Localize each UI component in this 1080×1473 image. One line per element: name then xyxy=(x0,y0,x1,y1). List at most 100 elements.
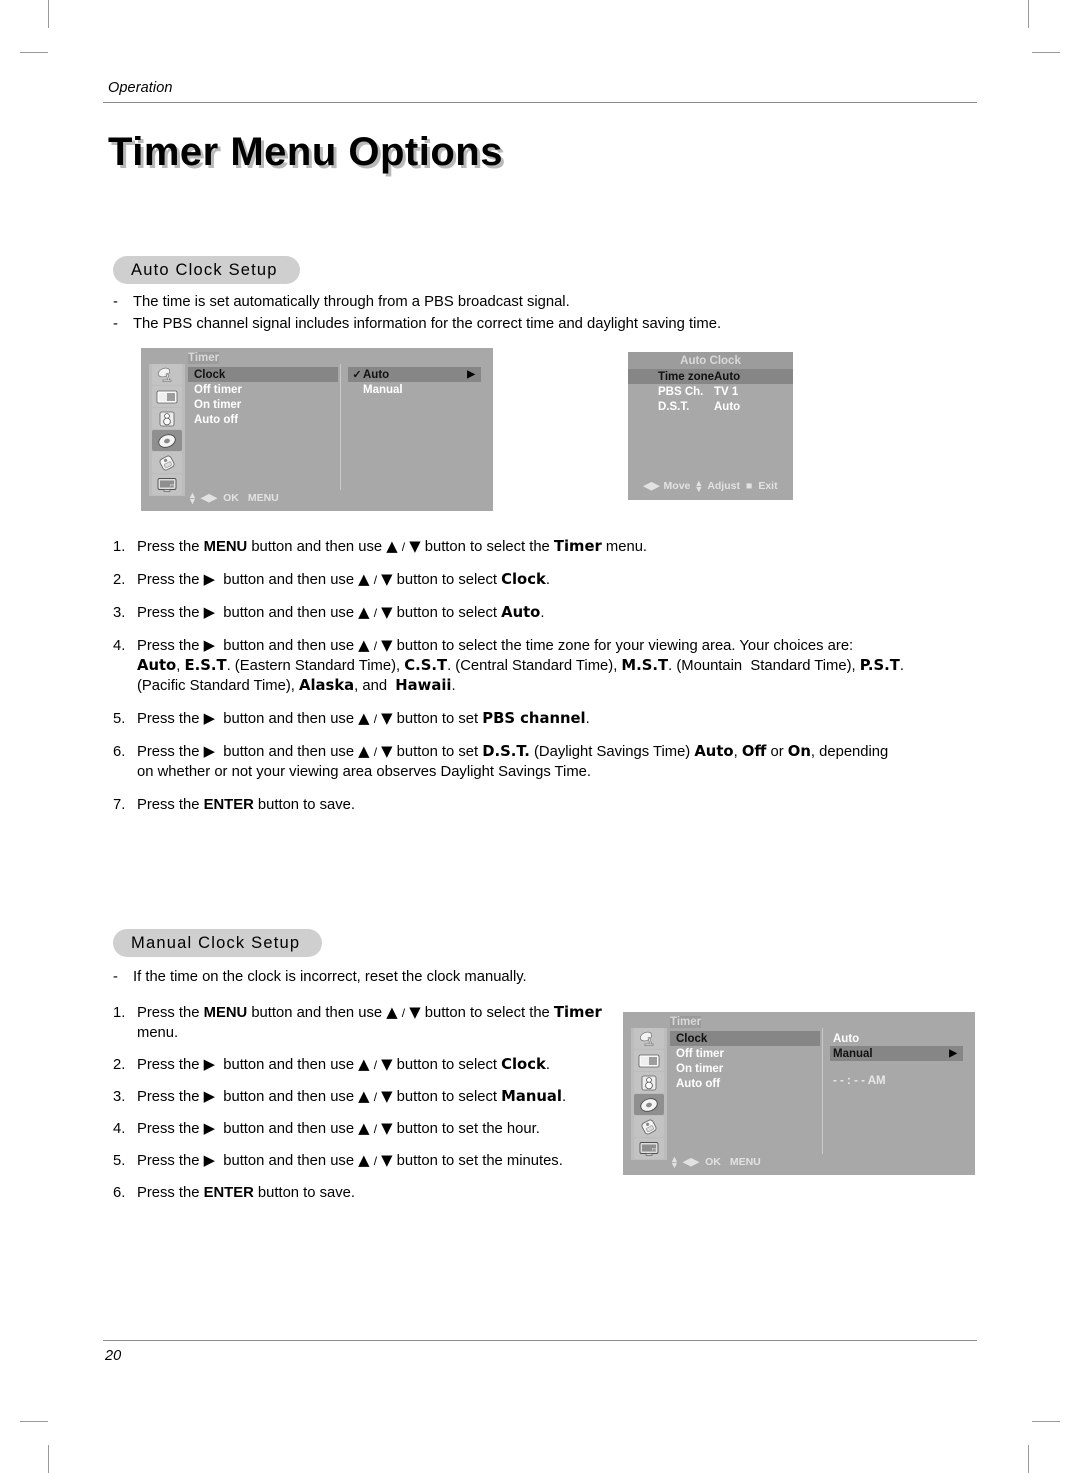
sound-icon[interactable] xyxy=(634,1072,664,1093)
auto-clock-rows: Time zone Auto PBS Ch. TV 1 D.S.T. Auto xyxy=(628,369,793,414)
step-number: 2. xyxy=(113,572,126,588)
crop-mark-top-right-horizontal xyxy=(1032,52,1060,53)
crop-mark-bottom-right-vertical xyxy=(1028,1445,1029,1473)
auto-clock-row[interactable]: Time zone Auto xyxy=(628,369,793,384)
manual-page: Operation Timer Menu Options Auto Clock … xyxy=(103,0,977,1473)
osd-title-auto-clock: Auto Clock xyxy=(680,355,741,367)
left-right-arrow-icon: ◀▶ xyxy=(682,1156,700,1168)
step-number: 6. xyxy=(113,1185,126,1201)
crop-mark-bottom-left-horizontal xyxy=(20,1421,48,1422)
osd-screenshot-timer-manual: Timer PC Clock Off timer On timer Auto off … xyxy=(623,1012,975,1175)
stop-square-icon: ■ xyxy=(745,480,753,492)
step-number: 4. xyxy=(113,1121,126,1137)
checkmark-icon: ✓ xyxy=(352,369,362,381)
special-icon[interactable] xyxy=(152,452,182,473)
osd-option-item[interactable]: Manual xyxy=(348,382,481,397)
picture-icon[interactable] xyxy=(152,386,182,407)
osd-footer-hints: ▲ ▼ ◀▶ OK MENU xyxy=(188,490,279,506)
up-down-arrow-icon: ▲ ▼ xyxy=(670,1154,679,1170)
crop-mark-bottom-left-vertical xyxy=(48,1445,49,1473)
page-number: 20 xyxy=(105,1348,122,1364)
antenna-icon[interactable] xyxy=(152,364,182,385)
auto-clock-row[interactable]: D.S.T. Auto xyxy=(628,399,793,414)
instruction-step: 5. Press the ▶ button and then use ▲ / ▼ … xyxy=(111,1151,631,1171)
crop-mark-bottom-right-horizontal xyxy=(1032,1421,1060,1422)
auto-clock-bullet-list: - The time is set automatically through f… xyxy=(111,291,721,335)
osd-menu-items: Clock Off timer On timer Auto off xyxy=(670,1031,820,1091)
svg-text:PC: PC xyxy=(170,482,176,487)
picture-icon[interactable] xyxy=(634,1050,664,1071)
pc-icon[interactable]: PC xyxy=(152,474,182,495)
footer-rule xyxy=(103,1340,977,1341)
instruction-step: 4. Press the ▶ button and then use ▲ / ▼ … xyxy=(111,636,977,696)
step-number: 5. xyxy=(113,1153,126,1169)
dash-bullet-icon: - xyxy=(113,294,118,310)
timer-icon[interactable] xyxy=(152,430,182,451)
osd-column-divider xyxy=(340,364,341,490)
step-text: Press the ▶ button and then use ▲ / ▼ bu… xyxy=(137,571,550,588)
footer-move-label: Move xyxy=(663,480,691,492)
section-heading-manual-clock-setup: Manual Clock Setup xyxy=(113,929,323,957)
special-icon[interactable] xyxy=(634,1116,664,1137)
step-text: Press the ▶ button and then use ▲ / ▼ bu… xyxy=(137,1088,567,1105)
auto-clock-row-key: D.S.T. xyxy=(658,400,690,413)
step-text: Press the ENTER button to save. xyxy=(137,1185,355,1201)
osd-option-label: Manual xyxy=(363,383,403,396)
antenna-icon[interactable] xyxy=(634,1028,664,1049)
dash-bullet-icon: - xyxy=(113,316,118,332)
auto-clock-row-value: TV 1 xyxy=(714,385,739,398)
osd-menu-item[interactable]: Clock xyxy=(188,367,338,382)
step-number: 3. xyxy=(113,1089,126,1105)
instruction-step: 1. Press the MENU button and then use ▲ /… xyxy=(111,1003,631,1043)
step-text: Press the MENU button and then use ▲ / ▼… xyxy=(137,1004,602,1041)
auto-clock-row-value: Auto xyxy=(714,400,741,413)
osd-menu-item[interactable]: Auto off xyxy=(670,1076,820,1091)
osd-option-items: Auto Manual ▶ - - : - - AM xyxy=(830,1031,963,1088)
footer-adjust-label: Adjust xyxy=(707,480,740,492)
step-text: Press the MENU button and then use ▲ / ▼… xyxy=(137,538,648,555)
step-text: Press the ▶ button and then use ▲ / ▼ bu… xyxy=(137,1056,550,1073)
manual-clock-steps-list: 1. Press the MENU button and then use ▲ /… xyxy=(111,1003,631,1215)
step-number: 5. xyxy=(113,711,126,727)
osd-menu-item-label: Clock xyxy=(676,1032,708,1045)
osd-menu-item[interactable]: Off timer xyxy=(670,1046,820,1061)
osd-menu-item-label: Auto off xyxy=(194,413,239,426)
auto-clock-row-value: Auto xyxy=(714,370,741,383)
instruction-step: 5. Press the ▶ button and then use ▲ / ▼ … xyxy=(111,709,977,729)
osd-option-label: Auto xyxy=(833,1032,860,1045)
osd-menu-items: Clock Off timer On timer Auto off xyxy=(188,367,338,427)
osd-menu-item-label: On timer xyxy=(194,398,242,411)
osd-option-label: Auto xyxy=(363,368,390,381)
clock-time-value[interactable]: - - : - - AM xyxy=(830,1073,963,1088)
osd-footer-ok: OK xyxy=(705,1156,721,1168)
pc-icon[interactable]: PC xyxy=(634,1138,664,1159)
section-heading-auto-clock-setup: Auto Clock Setup xyxy=(113,256,300,284)
osd-menu-item[interactable]: Off timer xyxy=(188,382,338,397)
instruction-step: 3. Press the ▶ button and then use ▲ / ▼ … xyxy=(111,603,977,623)
auto-clock-row[interactable]: PBS Ch. TV 1 xyxy=(628,384,793,399)
step-text: Press the ▶ button and then use ▲ / ▼ bu… xyxy=(137,637,905,694)
osd-menu-item[interactable]: On timer xyxy=(188,397,338,412)
step-number: 1. xyxy=(113,539,126,555)
osd-option-item[interactable]: ✓ Auto ▶ xyxy=(348,367,481,382)
up-down-arrow-icon: ▲ ▼ xyxy=(694,478,704,494)
auto-clock-steps-list: 1. Press the MENU button and then use ▲ /… xyxy=(111,537,977,828)
osd-menu-item[interactable]: Clock xyxy=(670,1031,820,1046)
osd-option-item[interactable]: Auto xyxy=(830,1031,963,1046)
up-down-arrow-icon: ▲ ▼ xyxy=(188,490,197,506)
auto-clock-row-key: PBS Ch. xyxy=(658,385,704,398)
osd-menu-item[interactable]: On timer xyxy=(670,1061,820,1076)
instruction-step: 7. Press the ENTER button to save. xyxy=(111,795,977,815)
instruction-step: 3. Press the ▶ button and then use ▲ / ▼ … xyxy=(111,1087,631,1107)
instruction-step: 6. Press the ▶ button and then use ▲ / ▼ … xyxy=(111,742,977,782)
step-number: 3. xyxy=(113,605,126,621)
instruction-step: 1. Press the MENU button and then use ▲ /… xyxy=(111,537,977,557)
osd-footer-menu: MENU xyxy=(729,1156,761,1168)
step-text: Press the ENTER button to save. xyxy=(137,797,355,813)
sound-icon[interactable] xyxy=(152,408,182,429)
step-text: Press the ▶ button and then use ▲ / ▼ bu… xyxy=(137,1120,540,1137)
osd-menu-item[interactable]: Auto off xyxy=(188,412,338,427)
timer-icon[interactable] xyxy=(634,1094,664,1115)
right-arrow-icon: ▶ xyxy=(949,1048,957,1059)
osd-option-item[interactable]: Manual ▶ xyxy=(830,1046,963,1061)
